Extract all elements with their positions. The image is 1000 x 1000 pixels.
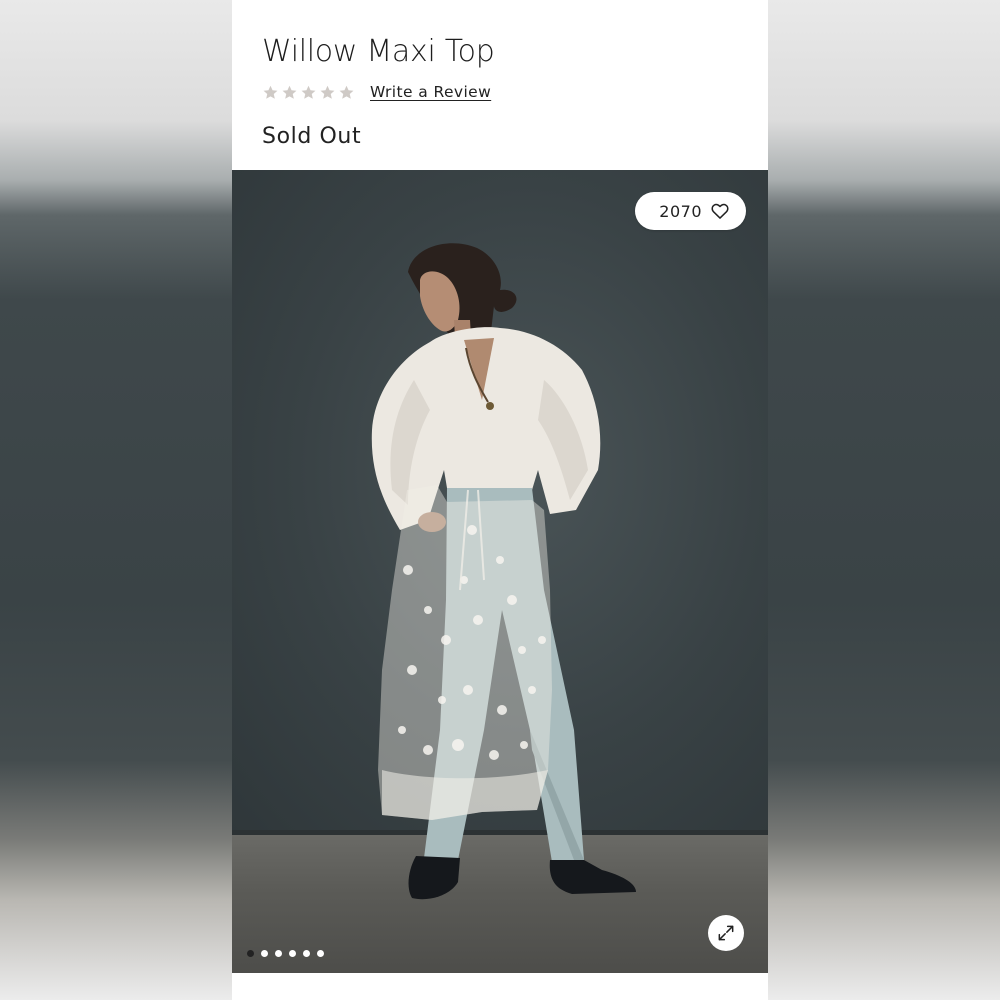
write-review-link[interactable]: Write a Review	[370, 83, 491, 101]
favorite-button[interactable]: 2070	[635, 192, 746, 230]
slide-dot[interactable]	[275, 950, 282, 957]
heart-icon	[711, 203, 729, 219]
product-panel: Willow Maxi Top Write a Review Sold Out	[232, 0, 768, 1000]
product-title: Willow Maxi Top	[262, 34, 495, 69]
slide-indicator	[247, 950, 324, 957]
slide-dot[interactable]	[317, 950, 324, 957]
star-icon	[319, 84, 336, 101]
favorite-count: 2070	[659, 201, 702, 221]
star-icon	[281, 84, 298, 101]
product-header: Willow Maxi Top Write a Review Sold Out	[232, 0, 768, 170]
product-photo	[371, 243, 636, 900]
rating-row: Write a Review	[262, 80, 491, 104]
star-icon	[338, 84, 355, 101]
star-rating	[262, 84, 355, 101]
star-icon	[262, 84, 279, 101]
slide-dot[interactable]	[289, 950, 296, 957]
product-image-gallery[interactable]: 2070	[232, 170, 768, 973]
star-icon	[300, 84, 317, 101]
expand-icon	[718, 925, 734, 941]
slide-dot[interactable]	[261, 950, 268, 957]
slide-dot[interactable]	[303, 950, 310, 957]
expand-image-button[interactable]	[708, 915, 744, 951]
availability-status: Sold Out	[262, 124, 362, 149]
slide-dot[interactable]	[247, 950, 254, 957]
